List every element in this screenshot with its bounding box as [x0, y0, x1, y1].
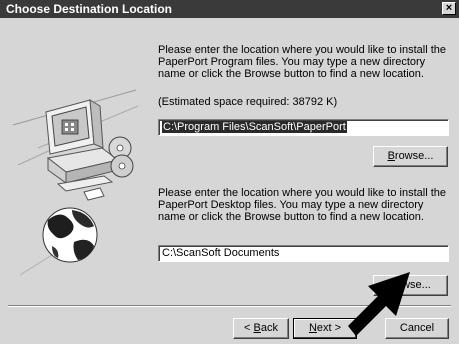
back-prefix: < — [244, 322, 254, 334]
back-access-key: B — [253, 322, 261, 334]
globe-icon — [42, 207, 98, 263]
close-button[interactable]: × — [442, 2, 456, 15]
desktop-path-value: C:\ScanSoft Documents — [162, 247, 280, 259]
program-path-value: C:\Program Files\ScanSoft\PaperPort — [162, 121, 347, 133]
browse-label: rowse... — [394, 150, 434, 162]
desktop-path-input[interactable]: C:\ScanSoft Documents — [158, 245, 449, 262]
desktop-instructions: Please enter the location where you woul… — [158, 187, 447, 223]
installer-illustration — [12, 89, 139, 276]
title-bar: Choose Destination Location × — [0, 0, 459, 18]
space-required-text: (Estimated space required: 38792 K) — [158, 96, 338, 108]
browse-program-button[interactable]: Browse... — [373, 146, 448, 167]
program-instructions: Please enter the location where you woul… — [158, 44, 447, 80]
install-dialog: Choose Destination Location × Please ent… — [0, 0, 459, 344]
close-icon: × — [445, 2, 453, 14]
program-path-input[interactable]: C:\Program Files\ScanSoft\PaperPort — [158, 119, 449, 136]
browse-access-key: B — [387, 150, 395, 162]
back-button[interactable]: < Back — [233, 318, 289, 339]
arrow-pointer-icon — [348, 272, 410, 336]
back-label: ack — [260, 322, 278, 334]
window-title: Choose Destination Location — [6, 2, 173, 16]
next-access-key: N — [308, 322, 317, 334]
computer-icon — [45, 99, 120, 201]
